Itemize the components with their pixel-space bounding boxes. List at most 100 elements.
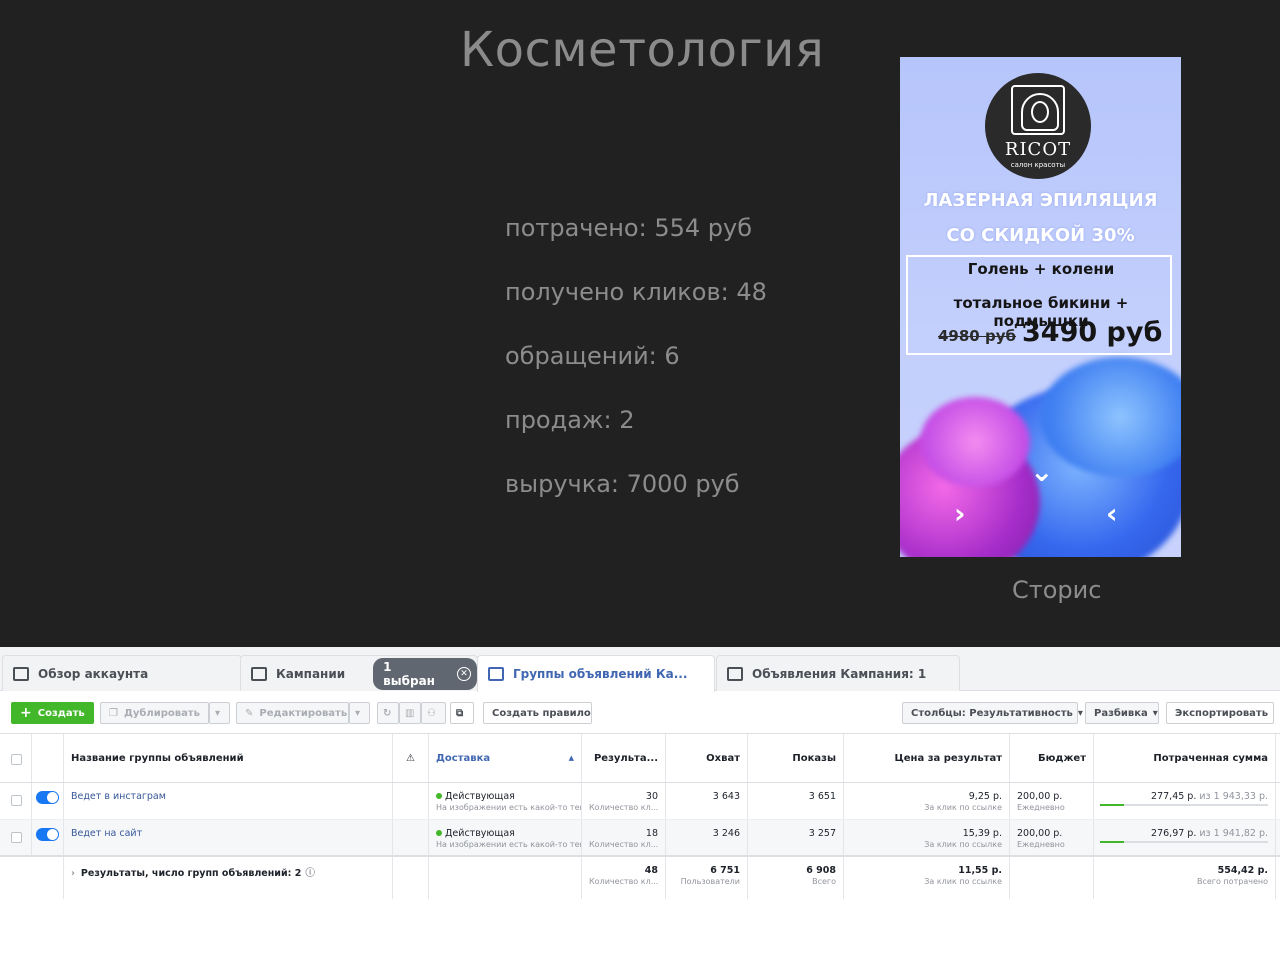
duplicate-dropdown[interactable]: ▾	[209, 702, 230, 724]
results-cell: 18 Количество кл...	[582, 820, 666, 855]
offer-line-1: Голень + колени	[967, 260, 1115, 278]
tab-ad-sets[interactable]: Группы объявлений Ка...	[477, 655, 715, 692]
totals-spacer	[0, 857, 64, 899]
delivery-status: Действующая	[436, 791, 574, 802]
tab-ads[interactable]: Объявления Кампания: 1	[716, 655, 960, 691]
budget-value: 200,00 р.	[1017, 828, 1063, 839]
column-header-impressions[interactable]: Показы	[748, 734, 844, 782]
column-header-results[interactable]: Результа...	[582, 734, 666, 782]
tab-label: Объявления Кампания: 1	[752, 666, 927, 681]
ad-set-name-link[interactable]: Ведет в инстаграм	[71, 791, 385, 802]
tab-account-overview[interactable]: Обзор аккаунта	[2, 655, 242, 691]
spend-progress-bar	[1100, 841, 1268, 843]
create-button[interactable]: + Создать	[11, 702, 94, 724]
on-off-toggle[interactable]	[36, 828, 59, 841]
stat-sales: продаж: 2	[505, 406, 635, 434]
budget-cell[interactable]: 200,00 р. Ежедневно	[1010, 783, 1094, 819]
audience-button[interactable]: ⚇	[421, 702, 446, 724]
reach-cell: 3 246	[666, 820, 748, 855]
column-header-cost[interactable]: Цена за результат	[844, 734, 1010, 782]
row-checkbox[interactable]	[11, 832, 22, 843]
spend-progress-fill	[1100, 804, 1125, 806]
totals-results-type: Количество кл...	[589, 877, 659, 886]
refresh-button[interactable]: ↻	[377, 702, 399, 724]
toolbar: + Создать ❐ Дублировать ▾ ✎ Редактироват…	[0, 691, 1280, 733]
column-header-reach[interactable]: Охват	[666, 734, 748, 782]
columns-label: Столбцы: Результативность	[911, 707, 1073, 719]
delivery-cell: Действующая На изображении есть какой-то…	[429, 820, 582, 855]
delete-button[interactable]: ▥	[399, 702, 421, 724]
impressions-cell: 3 257	[748, 820, 844, 855]
cost-type: За клик по ссылке	[924, 840, 1002, 849]
budget-value: 200,00 р.	[1017, 791, 1063, 802]
presentation-slide: Косметология потрачено: 554 руб получено…	[0, 0, 1280, 647]
breakdown-dropdown[interactable]: Разбивка ▾	[1085, 702, 1159, 724]
delivery-header-label: Доставка	[436, 752, 491, 764]
tab-campaigns[interactable]: Кампании 1 выбран ✕	[240, 655, 478, 691]
columns-dropdown[interactable]: Столбцы: Результативность ▾	[902, 702, 1083, 724]
stat-revenue: выручка: 7000 руб	[505, 470, 740, 498]
duplicate-button[interactable]: ❐ Дублировать	[100, 702, 209, 724]
caret-down-icon: ▾	[215, 707, 221, 719]
selected-badge[interactable]: 1 выбран ✕	[373, 657, 477, 690]
status-dot-icon	[436, 793, 442, 799]
preview-button[interactable]: ⧉	[450, 702, 474, 724]
create-rule-button[interactable]: Создать правило	[483, 702, 592, 724]
totals-cost-cell: 11,55 р. За клик по ссылке	[844, 857, 1010, 899]
spent-amount: 276,97 р.	[1151, 828, 1197, 839]
delivery-status-label: Действующая	[445, 828, 515, 839]
budget-period: Ежедневно	[1017, 840, 1065, 849]
cost-cell: 9,25 р. За клик по ссылке	[844, 783, 1010, 819]
totals-reach-type: Пользователи	[680, 877, 740, 886]
spent-cell: 276,97 р. из 1 941,82 р.	[1094, 820, 1276, 855]
expand-arrow-icon[interactable]: ›	[71, 868, 75, 879]
delivery-status: Действующая	[436, 828, 574, 839]
ad-set-name-link[interactable]: Ведет на сайт	[71, 828, 385, 839]
row-select-cell	[0, 783, 32, 819]
story-ad-image: RICOT салон красоты ЛАЗЕРНАЯ ЭПИЛЯЦИЯ СО…	[900, 57, 1181, 557]
results-value: 18	[645, 828, 658, 839]
cost-value: 15,39 р.	[962, 828, 1002, 839]
spent-value: 277,45 р. из 1 943,33 р.	[1101, 791, 1268, 802]
refresh-icon: ↻	[383, 707, 392, 719]
select-all-cell	[0, 734, 32, 782]
warning-cell	[393, 820, 429, 855]
budget-cell[interactable]: 200,00 р. Ежедневно	[1010, 820, 1094, 855]
info-icon[interactable]: ⓘ	[305, 868, 315, 879]
caret-down-icon: ▾	[1077, 707, 1083, 719]
delivery-note: На изображении есть какой-то текст	[436, 803, 582, 812]
column-header-budget[interactable]: Бюджет	[1010, 734, 1094, 782]
chevron-right-icon: ›	[954, 497, 966, 530]
totals-impressions-type: Всего	[812, 877, 836, 886]
delivery-status-label: Действующая	[445, 791, 515, 802]
reach-value: 3 246	[712, 828, 740, 839]
impressions-value: 3 651	[808, 791, 836, 802]
select-all-checkbox[interactable]	[11, 754, 22, 765]
stat-spent: потрачено: 554 руб	[505, 214, 753, 242]
cost-type: За клик по ссылке	[924, 803, 1002, 812]
table-row[interactable]: Ведет в инстаграм Действующая На изображ…	[0, 783, 1280, 819]
overview-icon	[13, 666, 29, 681]
people-icon: ⚇	[427, 707, 436, 719]
results-cell: 30 Количество кл...	[582, 783, 666, 819]
spend-progress-fill	[1100, 841, 1125, 843]
warning-cell	[393, 783, 429, 819]
totals-delivery-cell	[429, 857, 582, 899]
column-header-name[interactable]: Название группы объявлений	[64, 734, 393, 782]
close-icon[interactable]: ✕	[457, 666, 471, 681]
edit-button[interactable]: ✎ Редактировать	[236, 702, 349, 724]
promo-discount: СО СКИДКОЙ 30%	[946, 225, 1135, 246]
column-header-delivery[interactable]: Доставка ▲	[429, 734, 582, 782]
toggle-header	[32, 734, 64, 782]
column-header-spent[interactable]: Потраченная сумма	[1094, 734, 1276, 782]
row-checkbox[interactable]	[11, 795, 22, 806]
totals-reach-cell: 6 751 Пользователи	[666, 857, 748, 899]
spent-cell: 277,45 р. из 1 943,33 р.	[1094, 783, 1276, 819]
logo-name: RICOT	[1004, 139, 1072, 160]
export-button[interactable]: Экспортировать	[1166, 702, 1274, 724]
cost-value: 9,25 р.	[968, 791, 1002, 802]
edit-dropdown[interactable]: ▾	[349, 702, 370, 724]
table-row[interactable]: Ведет на сайт Действующая На изображении…	[0, 819, 1280, 855]
warning-icon: ⚠	[393, 734, 429, 782]
on-off-toggle[interactable]	[36, 791, 59, 804]
